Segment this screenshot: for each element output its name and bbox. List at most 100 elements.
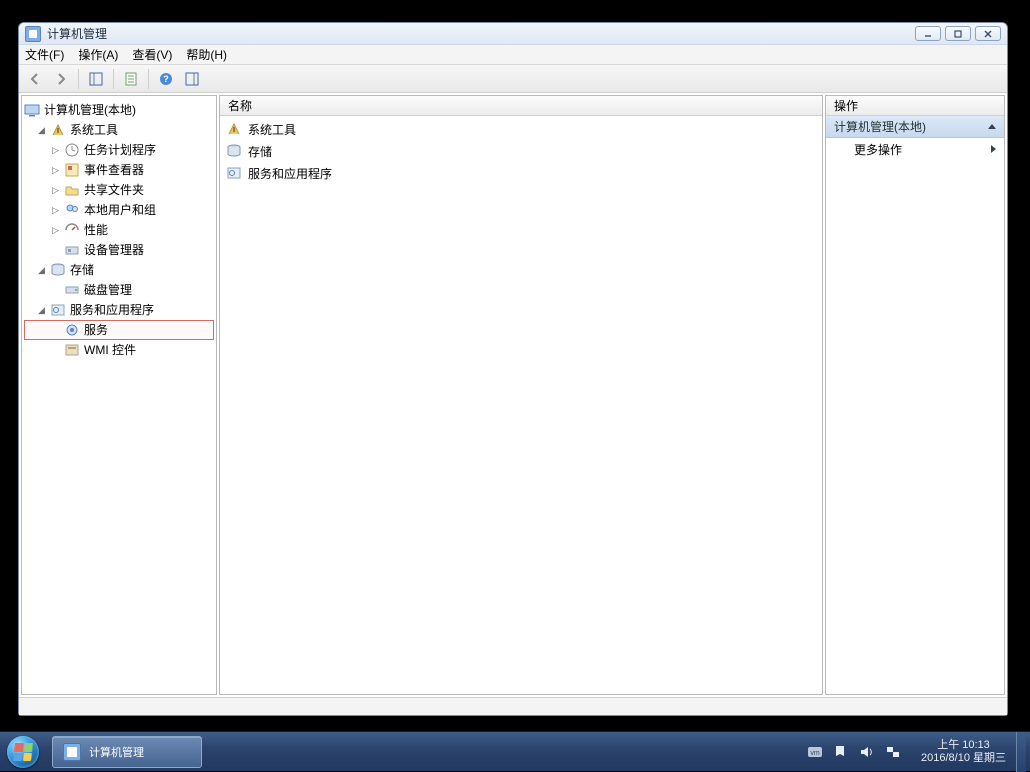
expand-icon[interactable]: ▷ [50, 185, 61, 196]
expand-icon[interactable]: ▷ [50, 205, 61, 216]
services-apps-icon [50, 302, 66, 318]
menu-help[interactable]: 帮助(H) [186, 46, 227, 63]
app-icon [25, 26, 41, 42]
vm-tools-icon[interactable]: vm [807, 744, 823, 760]
tree-node-event-viewer[interactable]: ▷ 事件查看器 [24, 160, 214, 180]
disk-icon [64, 282, 80, 298]
actions-group-title[interactable]: 计算机管理(本地) [826, 116, 1004, 138]
tree-node-local-users[interactable]: ▷ 本地用户和组 [24, 200, 214, 220]
menu-file[interactable]: 文件(F) [25, 46, 64, 63]
toolbar-separator [113, 69, 114, 89]
collapse-icon[interactable]: ◢ [36, 305, 47, 316]
toolbar-separator [148, 69, 149, 89]
expand-icon[interactable]: ▷ [50, 165, 61, 176]
show-desktop-button[interactable] [1016, 732, 1026, 772]
storage-icon [226, 143, 242, 159]
device-manager-icon [64, 242, 80, 258]
expand-icon[interactable]: ▷ [50, 225, 61, 236]
minimize-button[interactable] [915, 26, 941, 41]
tree-label: WMI 控件 [84, 340, 136, 360]
content-area: 计算机管理(本地) ◢ 系统工具 ▷ 任务 [19, 93, 1007, 697]
services-apps-icon [226, 165, 242, 181]
list-body[interactable]: 系统工具 存储 服务和应用程序 [220, 116, 822, 694]
tree-label: 设备管理器 [84, 240, 144, 260]
wmi-icon [64, 342, 80, 358]
tree-node-storage[interactable]: ◢ 存储 [24, 260, 214, 280]
computer-management-window: 计算机管理 文件(F) 操作(A) 查看(V) 帮助(H) [18, 22, 1008, 716]
tree-label: 性能 [84, 220, 108, 240]
maximize-button[interactable] [945, 26, 971, 41]
list-item-label: 存储 [248, 143, 272, 160]
toolbar-separator [78, 69, 79, 89]
forward-button[interactable] [49, 68, 73, 90]
menubar: 文件(F) 操作(A) 查看(V) 帮助(H) [19, 45, 1007, 65]
shared-folder-icon [64, 182, 80, 198]
tree-label: 任务计划程序 [84, 140, 156, 160]
taskbar-item-computer-management[interactable]: 计算机管理 [52, 736, 202, 768]
show-action-pane-button[interactable] [180, 68, 204, 90]
menu-action[interactable]: 操作(A) [78, 46, 118, 63]
back-button[interactable] [23, 68, 47, 90]
tree-node-task-scheduler[interactable]: ▷ 任务计划程序 [24, 140, 214, 160]
toolbar: ? [19, 65, 1007, 93]
tree-label: 服务和应用程序 [70, 300, 154, 320]
tree-node-disk-management[interactable]: 磁盘管理 [24, 280, 214, 300]
actions-group-label: 计算机管理(本地) [834, 118, 926, 135]
taskbar-clock[interactable]: 上午 10:13 2016/8/10 星期三 [911, 739, 1016, 765]
tree-node-services-apps[interactable]: ◢ 服务和应用程序 [24, 300, 214, 320]
action-center-icon[interactable] [833, 744, 849, 760]
event-viewer-icon [64, 162, 80, 178]
tree-node-device-manager[interactable]: 设备管理器 [24, 240, 214, 260]
taskbar: 计算机管理 vm 上午 10:13 2016/8/10 星期三 [0, 731, 1030, 771]
help-button[interactable]: ? [154, 68, 178, 90]
window-title: 计算机管理 [47, 25, 915, 42]
collapse-icon[interactable]: ◢ [36, 265, 47, 276]
tree-root[interactable]: 计算机管理(本地) [24, 100, 214, 120]
start-button[interactable] [0, 732, 46, 772]
actions-header: 操作 [826, 96, 1004, 116]
navigation-tree-pane: 计算机管理(本地) ◢ 系统工具 ▷ 任务 [21, 95, 217, 695]
list-item-system-tools[interactable]: 系统工具 [220, 118, 822, 140]
tree-label: 存储 [70, 260, 94, 280]
list-header-name[interactable]: 名称 [220, 96, 822, 116]
chevron-right-icon [991, 145, 996, 153]
taskbar-item-label: 计算机管理 [89, 744, 144, 760]
statusbar [19, 697, 1007, 715]
users-icon [64, 202, 80, 218]
action-more-actions[interactable]: 更多操作 [826, 138, 1004, 160]
close-button[interactable] [975, 26, 1001, 41]
performance-icon [64, 222, 80, 238]
tree-node-system-tools[interactable]: ◢ 系统工具 [24, 120, 214, 140]
titlebar[interactable]: 计算机管理 [19, 23, 1007, 45]
system-tools-icon [50, 122, 66, 138]
list-item-storage[interactable]: 存储 [220, 140, 822, 162]
network-icon[interactable] [885, 744, 901, 760]
clock-icon [64, 142, 80, 158]
properties-button[interactable] [119, 68, 143, 90]
volume-icon[interactable] [859, 744, 875, 760]
clock-date: 2016/8/10 星期三 [921, 752, 1006, 765]
tree-node-services[interactable]: 服务 [24, 320, 214, 340]
show-hide-tree-button[interactable] [84, 68, 108, 90]
storage-icon [50, 262, 66, 278]
tree-node-shared-folders[interactable]: ▷ 共享文件夹 [24, 180, 214, 200]
app-icon [63, 743, 81, 761]
tree-label: 系统工具 [70, 120, 118, 140]
tree-node-performance[interactable]: ▷ 性能 [24, 220, 214, 240]
tree-node-wmi-control[interactable]: WMI 控件 [24, 340, 214, 360]
svg-text:vm: vm [810, 750, 820, 757]
tree-label: 服务 [84, 320, 108, 340]
list-item-services-apps[interactable]: 服务和应用程序 [220, 162, 822, 184]
list-item-label: 系统工具 [248, 121, 296, 138]
menu-view[interactable]: 查看(V) [132, 46, 172, 63]
tree-label: 共享文件夹 [84, 180, 144, 200]
navigation-tree[interactable]: 计算机管理(本地) ◢ 系统工具 ▷ 任务 [22, 96, 216, 694]
gear-icon [64, 322, 80, 338]
system-tray: vm 上午 10:13 2016/8/10 星期三 [797, 732, 1030, 771]
tree-label: 计算机管理(本地) [44, 100, 136, 120]
tree-label: 本地用户和组 [84, 200, 156, 220]
expand-icon[interactable]: ▷ [50, 145, 61, 156]
collapse-icon[interactable]: ◢ [36, 125, 47, 136]
action-item-label: 更多操作 [854, 141, 902, 158]
computer-management-icon [24, 102, 40, 118]
